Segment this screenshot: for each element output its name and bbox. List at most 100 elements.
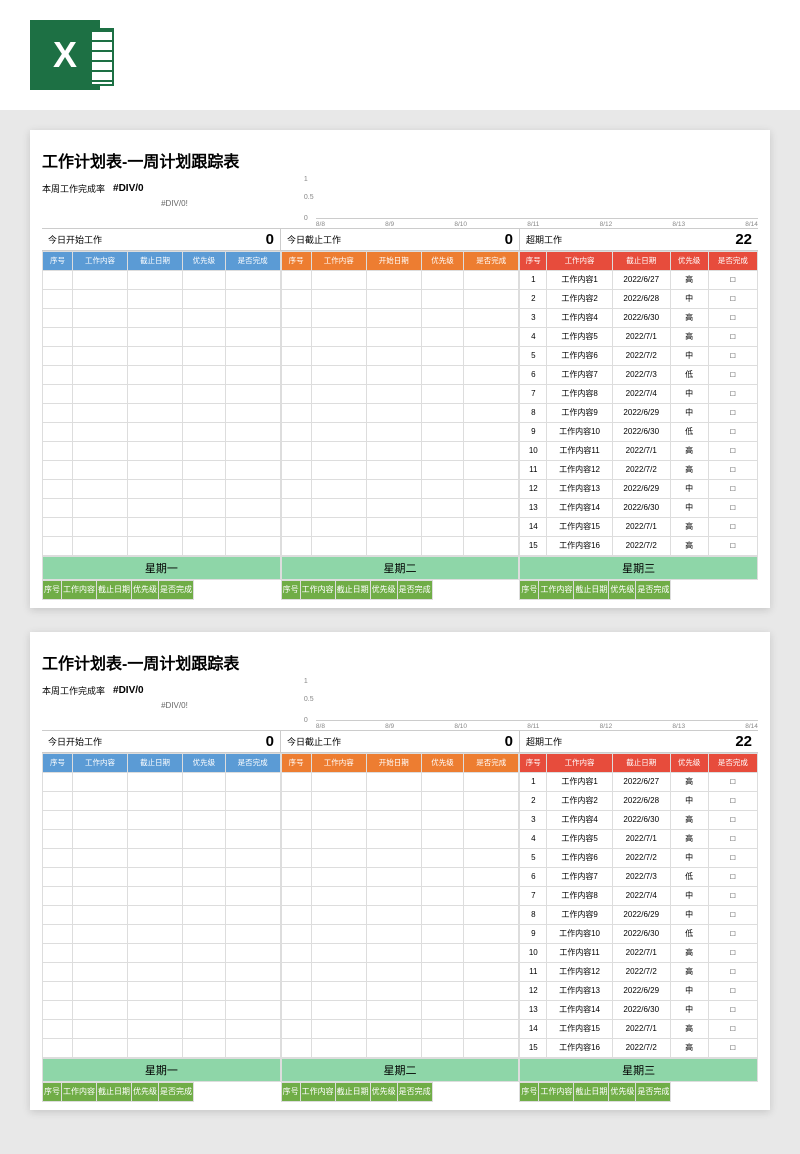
summary-value: 0	[505, 733, 513, 750]
table-row: 10工作内容112022/7/1高□	[520, 442, 758, 461]
summary-value: 22	[735, 733, 752, 750]
day-label: 星期二	[281, 1058, 520, 1082]
table-row	[281, 290, 519, 309]
table-row	[43, 442, 281, 461]
table-row	[281, 963, 519, 982]
summary-row: 今日开始工作0 今日截止工作0 超期工作22	[42, 228, 758, 251]
table-row	[281, 887, 519, 906]
table-row: 15工作内容162022/7/2高□	[520, 537, 758, 556]
y-tick: 1	[304, 176, 308, 183]
y-tick: 0.5	[304, 194, 314, 201]
x-axis: 8/88/98/108/118/128/138/14	[316, 221, 758, 228]
y-tick: 0	[304, 717, 308, 724]
table-row: 12工作内容132022/6/29中□	[520, 982, 758, 1001]
summary-label: 超期工作	[526, 735, 562, 748]
table-row	[281, 868, 519, 887]
day-label: 星期一	[42, 556, 281, 580]
table-row: 1工作内容12022/6/27高□	[520, 271, 758, 290]
table-row: 4工作内容52022/7/1高□	[520, 328, 758, 347]
day-label: 星期三	[519, 556, 758, 580]
table-row	[43, 309, 281, 328]
table-row	[281, 347, 519, 366]
table-row	[281, 1039, 519, 1058]
table-row: 14工作内容152022/7/1高□	[520, 518, 758, 537]
table-row: 5工作内容62022/7/2中□	[520, 347, 758, 366]
summary-value: 0	[505, 231, 513, 248]
summary-value: 22	[735, 231, 752, 248]
mini-chart: 1 0.5 0 8/88/98/108/118/128/138/14	[315, 680, 758, 728]
table-row	[43, 792, 281, 811]
table-row: 7工作内容82022/7/4中□	[520, 385, 758, 404]
table-row: 11工作内容122022/7/2高□	[520, 461, 758, 480]
table-row	[43, 366, 281, 385]
table-row: 9工作内容102022/6/30低□	[520, 423, 758, 442]
table-row	[43, 480, 281, 499]
table-today-end: 序号工作内容开始日期优先级是否完成	[281, 251, 520, 556]
mini-chart: 1 0.5 0 8/88/98/108/118/128/138/14	[315, 178, 758, 226]
table-row	[43, 461, 281, 480]
table-row	[43, 906, 281, 925]
table-row	[281, 518, 519, 537]
table-row: 8工作内容92022/6/29中□	[520, 404, 758, 423]
table-row	[43, 537, 281, 556]
table-row: 2工作内容22022/6/28中□	[520, 792, 758, 811]
table-row	[43, 404, 281, 423]
table-row	[281, 309, 519, 328]
table-row: 13工作内容142022/6/30中□	[520, 499, 758, 518]
table-row	[281, 404, 519, 423]
table-row	[43, 830, 281, 849]
y-tick: 1	[304, 678, 308, 685]
table-row	[43, 423, 281, 442]
table-row	[281, 385, 519, 404]
y-tick: 0	[304, 215, 308, 222]
table-row	[43, 1020, 281, 1039]
rate-error: #DIV/0	[113, 183, 144, 194]
table-row: 11工作内容122022/7/2高□	[520, 963, 758, 982]
rate-error-small: #DIV/0!	[42, 199, 307, 208]
table-row	[43, 811, 281, 830]
table-row	[43, 385, 281, 404]
table-row: 12工作内容132022/6/29中□	[520, 480, 758, 499]
rate-label: 本周工作完成率	[42, 182, 105, 195]
table-row	[281, 442, 519, 461]
table-row	[281, 480, 519, 499]
x-axis: 8/88/98/108/118/128/138/14	[316, 723, 758, 730]
table-row: 3工作内容42022/6/30高□	[520, 309, 758, 328]
spreadsheet-preview: 工作计划表-一周计划跟踪表 本周工作完成率 #DIV/0 #DIV/0! 1 0…	[30, 130, 770, 608]
sheet-container: 工作计划表-一周计划跟踪表 本周工作完成率 #DIV/0 #DIV/0! 1 0…	[0, 110, 800, 1154]
table-row	[43, 290, 281, 309]
table-row	[43, 347, 281, 366]
table-row	[281, 461, 519, 480]
day-label: 星期三	[519, 1058, 758, 1082]
excel-icon	[30, 20, 100, 90]
day-label: 星期一	[42, 1058, 281, 1082]
summary-row: 今日开始工作 0 今日截止工作 0 超期工作 22	[42, 730, 758, 753]
table-row: 9工作内容102022/6/30低□	[520, 925, 758, 944]
summary-label: 今日截止工作	[287, 735, 341, 748]
table-row	[281, 271, 519, 290]
table-overdue: 序号工作内容截止日期优先级是否完成 1工作内容12022/6/27高□2工作内容…	[519, 251, 758, 556]
table-row	[43, 963, 281, 982]
table-row	[281, 1001, 519, 1020]
sheet-title: 工作计划表-一周计划跟踪表	[42, 650, 758, 674]
table-row	[43, 328, 281, 347]
summary-label: 今日截止工作	[287, 233, 341, 246]
spreadsheet-preview: 工作计划表-一周计划跟踪表 本周工作完成率 #DIV/0 #DIV/0! 1 0…	[30, 632, 770, 1110]
table-row	[43, 499, 281, 518]
table-row	[281, 906, 519, 925]
summary-value: 0	[266, 733, 274, 750]
table-row: 2工作内容22022/6/28中□	[520, 290, 758, 309]
sheet-title: 工作计划表-一周计划跟踪表	[42, 148, 758, 172]
summary-label: 今日开始工作	[48, 735, 102, 748]
table-today-end: 序号工作内容开始日期优先级是否完成	[281, 753, 520, 1058]
table-row	[281, 499, 519, 518]
table-row	[43, 1001, 281, 1020]
y-tick: 0.5	[304, 696, 314, 703]
table-row: 1工作内容12022/6/27高□	[520, 773, 758, 792]
table-row	[281, 792, 519, 811]
table-row	[43, 1039, 281, 1058]
summary-label: 超期工作	[526, 233, 562, 246]
table-row	[281, 366, 519, 385]
table-row	[281, 849, 519, 868]
table-row	[43, 849, 281, 868]
